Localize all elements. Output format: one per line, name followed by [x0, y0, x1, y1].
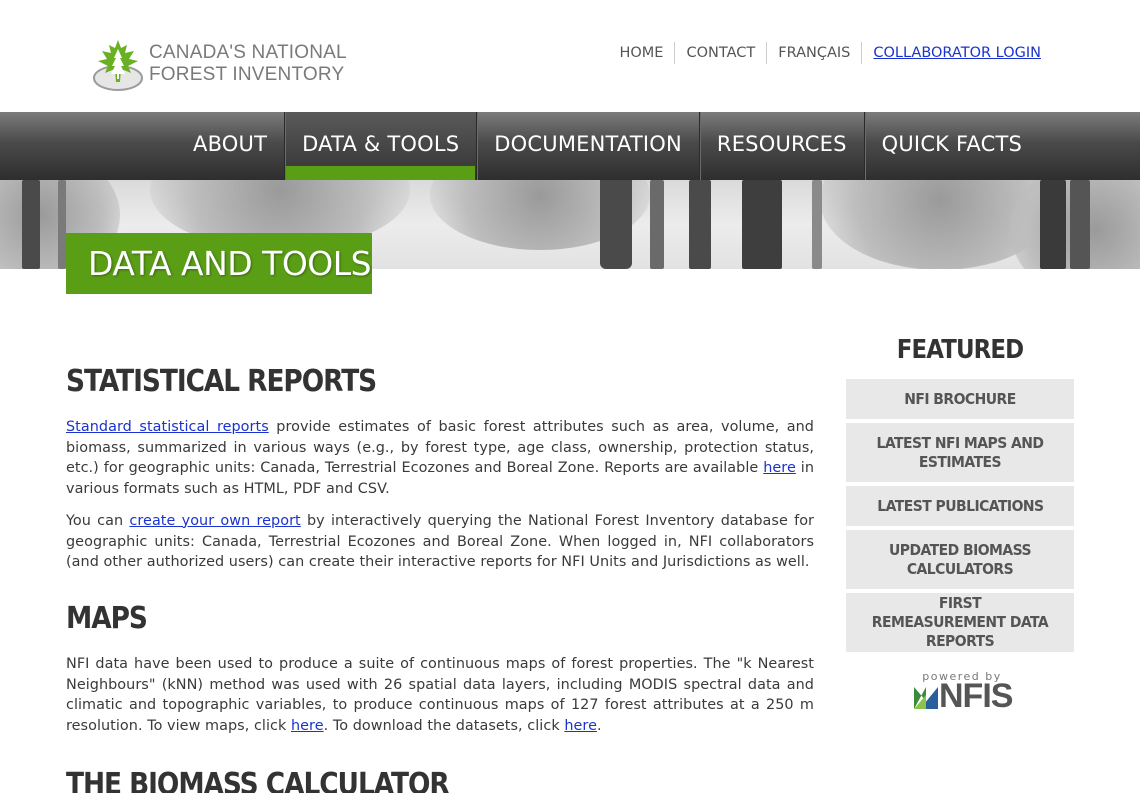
text: . To download the datasets, click: [323, 718, 565, 735]
page-title: DATA AND TOOLS: [88, 244, 372, 283]
site-logo[interactable]: CANADA'S NATIONAL FOREST INVENTORY: [90, 38, 350, 92]
main-nav-list: ABOUT DATA & TOOLS DOCUMENTATION RESOURC…: [176, 112, 1039, 180]
nav-label: ABOUT: [193, 132, 268, 156]
featured-nfi-brochure[interactable]: NFI BROCHURE: [846, 379, 1074, 419]
reports-here-link[interactable]: here: [763, 460, 796, 476]
featured-label: UPDATED BIOMASS CALCULATORS: [888, 540, 1032, 578]
standard-reports-link[interactable]: Standard statistical reports: [66, 419, 269, 435]
featured-heading: FEATURED: [896, 335, 1024, 365]
featured-label: LATEST NFI MAPS AND ESTIMATES: [876, 433, 1044, 471]
nav-item-data-tools[interactable]: DATA & TOOLS: [284, 112, 477, 180]
statistical-reports-paragraph-2: You can create your own report by intera…: [66, 511, 814, 573]
featured-latest-maps[interactable]: LATEST NFI MAPS AND ESTIMATES: [846, 423, 1074, 482]
statistical-reports-paragraph-1: Standard statistical reports provide est…: [66, 417, 814, 500]
utility-nav: HOME CONTACT FRANÇAIS COLLABORATOR LOGIN: [608, 42, 1052, 64]
biomass-calculator-heading: THE BIOMASS CALCULATOR: [66, 766, 450, 793]
featured-label: NFI BROCHURE: [904, 389, 1016, 408]
home-link[interactable]: HOME: [608, 42, 674, 64]
create-report-link[interactable]: create your own report: [129, 513, 300, 529]
collaborator-login-link[interactable]: COLLABORATOR LOGIN: [861, 42, 1052, 64]
text: .: [596, 718, 602, 735]
maple-leaf-tree-icon: [93, 40, 143, 91]
nav-label: DATA & TOOLS: [302, 132, 460, 156]
nav-item-documentation[interactable]: DOCUMENTATION: [476, 112, 699, 180]
featured-remeasurement-reports[interactable]: FIRST REMEASUREMENT DATA REPORTS: [846, 593, 1074, 652]
view-maps-link[interactable]: here: [291, 718, 324, 734]
francais-link[interactable]: FRANÇAIS: [766, 42, 861, 64]
powered-by-nfis-logo[interactable]: powered by NFIS: [912, 670, 1013, 715]
main-nav: ABOUT DATA & TOOLS DOCUMENTATION RESOURC…: [0, 112, 1140, 180]
statistical-reports-heading: STATISTICAL REPORTS: [66, 364, 377, 399]
site-header: CANADA'S NATIONAL FOREST INVENTORY HOME …: [0, 0, 1140, 112]
contact-link[interactable]: CONTACT: [674, 42, 766, 64]
logo-wordmark: CANADA'S NATIONAL FOREST INVENTORY: [149, 42, 347, 86]
nfis-leaf-icon: [914, 687, 938, 709]
featured-label: FIRST REMEASUREMENT DATA REPORTS: [871, 594, 1049, 650]
nav-label: QUICK FACTS: [881, 132, 1022, 156]
download-datasets-link[interactable]: here: [564, 718, 597, 734]
logo-line-2: FOREST INVENTORY: [149, 64, 345, 85]
nav-item-quick-facts[interactable]: QUICK FACTS: [863, 112, 1039, 180]
maps-paragraph: NFI data have been used to produce a sui…: [66, 654, 814, 737]
nav-item-resources[interactable]: RESOURCES: [698, 112, 864, 180]
featured-sidebar: FEATURED NFI BROCHURE LATEST NFI MAPS AN…: [846, 335, 1074, 715]
nav-label: DOCUMENTATION: [494, 132, 682, 156]
nav-item-about[interactable]: ABOUT: [176, 112, 284, 180]
page-title-box: DATA AND TOOLS: [66, 233, 372, 294]
logo-line-1: CANADA'S NATIONAL: [149, 42, 347, 63]
featured-biomass-calculators[interactable]: UPDATED BIOMASS CALCULATORS: [846, 530, 1074, 589]
main-content: STATISTICAL REPORTS Standard statistical…: [66, 364, 814, 793]
featured-latest-publications[interactable]: LATEST PUBLICATIONS: [846, 486, 1074, 526]
maps-heading: MAPS: [66, 600, 148, 636]
nfis-wordmark: NFIS: [939, 677, 1013, 715]
nav-label: RESOURCES: [716, 132, 847, 156]
text: You can: [66, 512, 130, 529]
featured-label: LATEST PUBLICATIONS: [876, 496, 1044, 515]
